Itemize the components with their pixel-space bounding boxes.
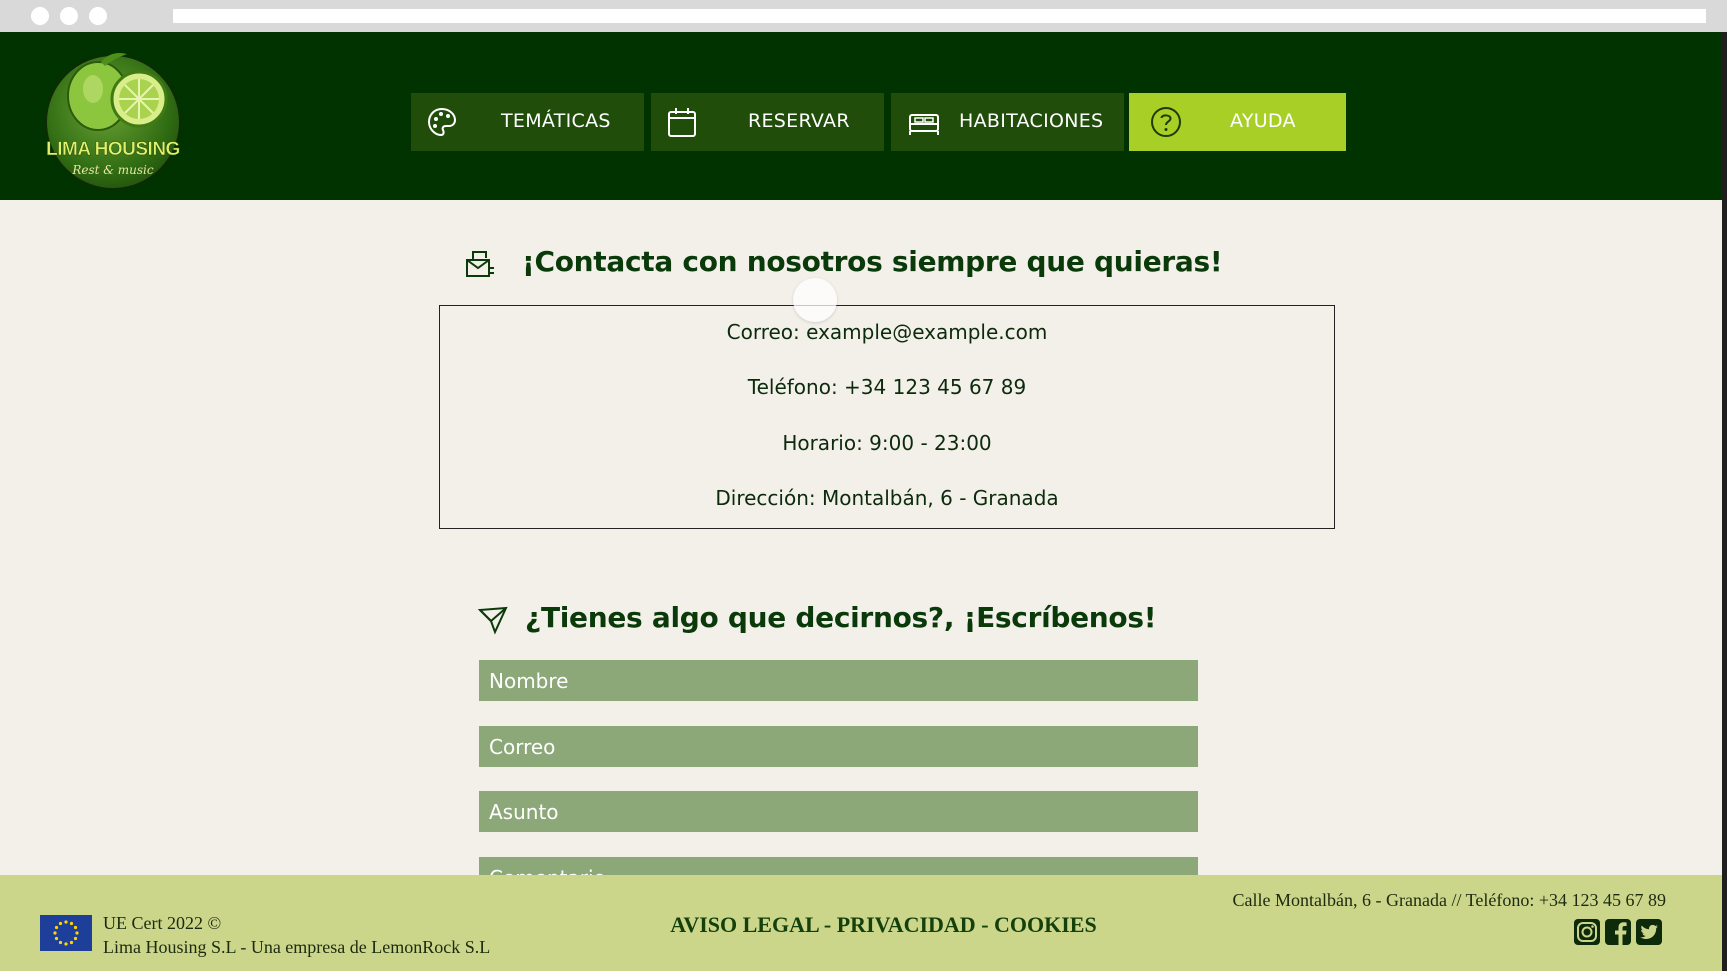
contact-email: Correo: example@example.com [726, 320, 1048, 344]
question-circle-icon [1151, 107, 1181, 137]
nav-ayuda[interactable]: AYUDA [1129, 93, 1346, 151]
window-maximize-button[interactable] [89, 7, 107, 25]
nav-label: AYUDA [1230, 110, 1296, 132]
palette-icon [427, 107, 457, 137]
footer-address: Calle Montalbán, 6 - Granada // Teléfono… [1232, 890, 1666, 910]
calendar-icon [668, 108, 696, 137]
nav-tematicas[interactable]: TEMÁTICAS [411, 93, 644, 151]
subject-field[interactable] [479, 791, 1198, 832]
site-logo[interactable]: LIMA HOUSING Rest & music [43, 44, 183, 190]
nav-label: RESERVAR [748, 110, 850, 132]
lime-icon [67, 53, 168, 131]
instagram-icon[interactable] [1573, 918, 1601, 946]
site-header: LIMA HOUSING Rest & music TEMÁTICAS RESE… [0, 32, 1722, 200]
window-minimize-button[interactable] [60, 7, 78, 25]
paper-plane-icon [477, 606, 508, 635]
touch-cursor [793, 278, 837, 322]
nav-habitaciones[interactable]: HABITACIONES [891, 93, 1124, 151]
address-bar[interactable] [173, 9, 1706, 23]
name-field[interactable] [479, 660, 1198, 701]
twitter-icon[interactable] [1635, 918, 1663, 946]
footer-legal-links[interactable]: AVISO LEGAL - PRIVACIDAD - COOKIES [0, 912, 1722, 938]
contact-info-box: Correo: example@example.com Teléfono: +3… [439, 305, 1335, 529]
footer-company: Lima Housing S.L - Una empresa de LemonR… [103, 937, 491, 957]
contact-title: ¡Contacta con nosotros siempre que quier… [522, 245, 1223, 278]
bed-icon [909, 114, 939, 135]
contact-hours: Horario: 9:00 - 23:00 [782, 431, 992, 455]
nav-reservar[interactable]: RESERVAR [651, 93, 884, 151]
page: LIMA HOUSING Rest & music TEMÁTICAS RESE… [0, 32, 1722, 971]
nav-label: HABITACIONES [959, 110, 1104, 132]
window-close-button[interactable] [31, 7, 49, 25]
logo-tagline: Rest & music [72, 163, 154, 177]
facebook-icon[interactable] [1604, 918, 1632, 946]
contact-phone: Teléfono: +34 123 45 67 89 [747, 375, 1027, 399]
nav-label: TEMÁTICAS [501, 110, 611, 132]
logo-name: LIMA HOUSING [46, 139, 181, 160]
browser-chrome [0, 0, 1727, 32]
mailbox-icon [466, 251, 494, 277]
contact-address: Dirección: Montalbán, 6 - Granada [715, 486, 1059, 510]
form-title: ¿Tienes algo que decirnos?, ¡Escríbenos! [525, 601, 1157, 634]
email-field[interactable] [479, 726, 1198, 767]
site-footer: UE Cert 2022 © Lima Housing S.L - Una em… [0, 875, 1722, 971]
